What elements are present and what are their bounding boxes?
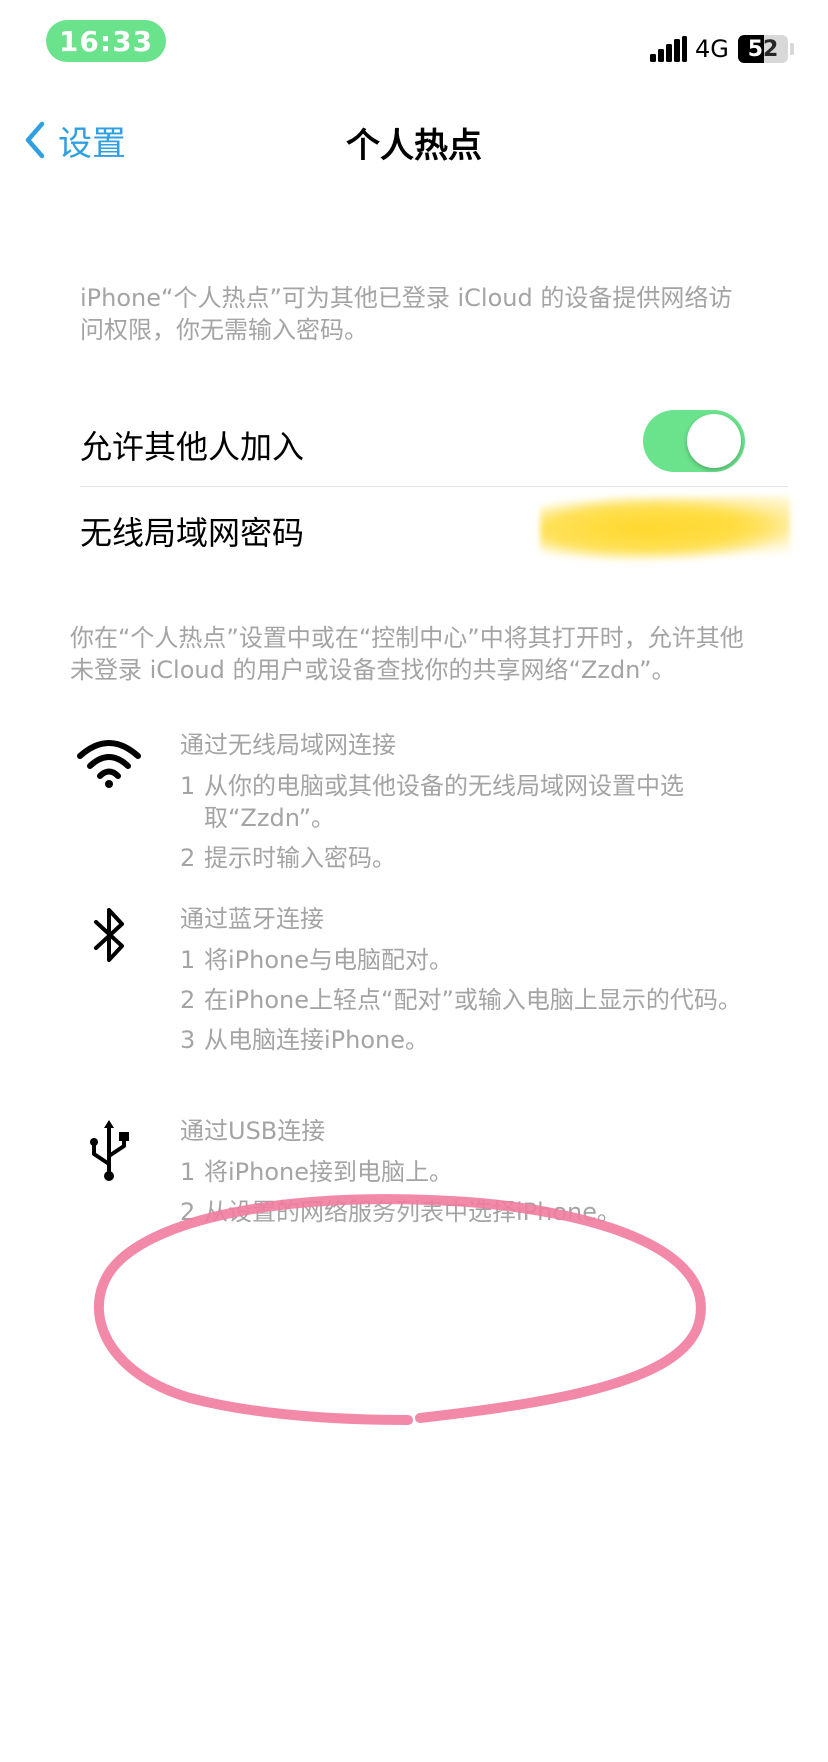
navigation-bar: 设置 个人热点 [0, 100, 828, 180]
wifi-password-label: 无线局域网密码 [80, 514, 305, 552]
step-number: 2 [180, 844, 196, 872]
page-title: 个人热点 [346, 126, 482, 166]
bluetooth-icon [94, 908, 124, 962]
method-step: 1 将iPhone接到电脑上。 [180, 1156, 780, 1188]
step-text: 将iPhone与电脑配对。 [204, 946, 454, 974]
method-step: 2 在iPhone上轻点“配对”或输入电脑上显示的代码。 [180, 984, 780, 1016]
method-title: 通过USB连接 [180, 1117, 326, 1145]
step-text: 从设置的网络服务列表中选择iPhone。 [204, 1198, 622, 1226]
method-title: 通过无线局域网连接 [180, 731, 396, 759]
share-network-description: 你在“个人热点”设置中或在“控制中心”中将其打开时，允许其他未登录 iCloud… [70, 624, 744, 684]
step-text: 将iPhone接到电脑上。 [204, 1158, 454, 1186]
method-step: 2 提示时输入密码。 [180, 842, 780, 874]
allow-others-row: 允许其他人加入 [80, 400, 788, 487]
step-number: 1 [180, 772, 196, 800]
usb-icon [90, 1120, 129, 1181]
step-number: 1 [180, 946, 196, 974]
status-bar: 16:33 4G 52 [0, 0, 828, 90]
method-body: 通过蓝牙连接 1 将iPhone与电脑配对。 2 在iPhone上轻点“配对”或… [180, 902, 780, 1064]
cellular-signal-icon [650, 36, 687, 62]
method-step: 3 从电脑连接iPhone。 [180, 1024, 780, 1056]
battery-percentage: 52 [747, 36, 779, 62]
step-text: 提示时输入密码。 [204, 844, 396, 872]
step-text: 从电脑连接iPhone。 [204, 1026, 430, 1054]
intro-description: iPhone“个人热点”可为其他已登录 iCloud 的设备提供网络访问权限，你… [80, 284, 733, 344]
step-text: 从你的电脑或其他设备的无线局域网设置中选取“Zzdn”。 [204, 772, 684, 832]
step-number: 2 [180, 986, 196, 1014]
step-number: 2 [180, 1198, 196, 1226]
battery-cap [790, 43, 794, 55]
method-body: 通过USB连接 1 将iPhone接到电脑上。 2 从设置的网络服务列表中选择i… [180, 1114, 780, 1236]
method-step: 2 从设置的网络服务列表中选择iPhone。 [180, 1196, 780, 1228]
step-number: 1 [180, 1158, 196, 1186]
wifi-password-row[interactable]: 无线局域网密码 [80, 486, 790, 574]
battery-icon: 52 [738, 35, 788, 63]
allow-others-toggle[interactable] [643, 410, 745, 472]
wifi-icon [77, 740, 141, 788]
step-number: 3 [180, 1026, 196, 1054]
allow-others-label: 允许其他人加入 [80, 428, 305, 466]
step-text: 在iPhone上轻点“配对”或输入电脑上显示的代码。 [204, 986, 742, 1014]
method-step: 1 从你的电脑或其他设备的无线局域网设置中选取“Zzdn”。 [180, 770, 780, 834]
method-body: 通过无线局域网连接 1 从你的电脑或其他设备的无线局域网设置中选取“Zzdn”。… [180, 728, 780, 882]
redacted-password-value [540, 496, 790, 562]
method-title: 通过蓝牙连接 [180, 905, 324, 933]
toggle-knob [687, 414, 741, 468]
method-step: 1 将iPhone与电脑配对。 [180, 944, 780, 976]
status-time: 16:33 [46, 20, 166, 62]
network-type: 4G [695, 35, 729, 63]
